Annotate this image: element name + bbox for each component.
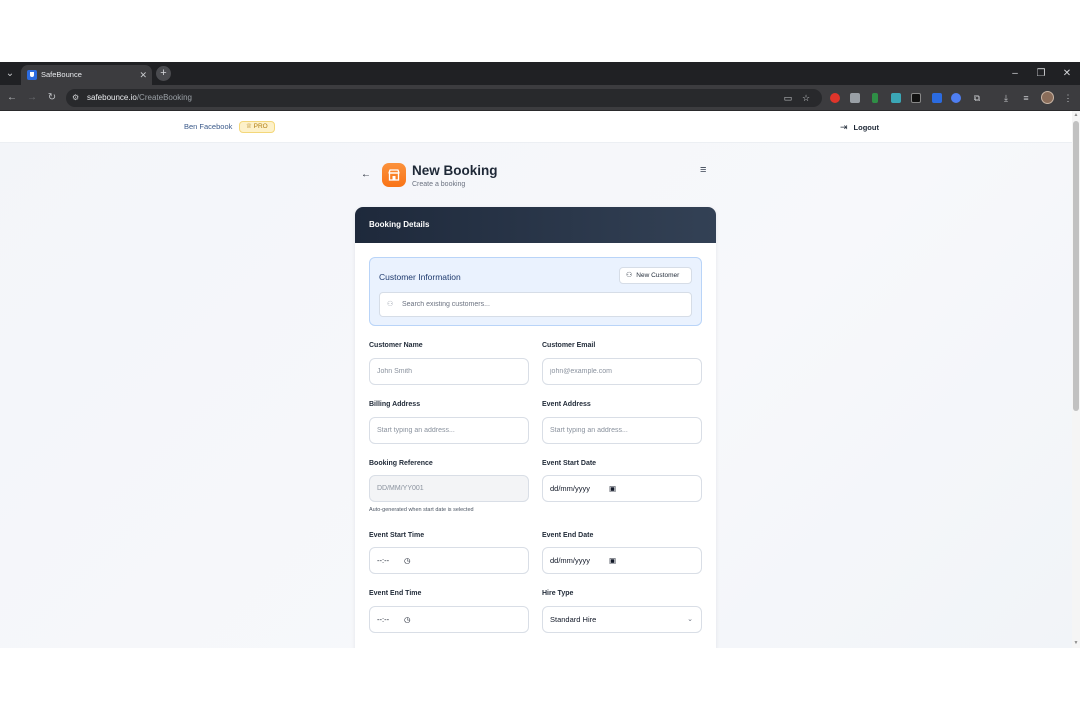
billing-address-label: Billing Address [369,401,421,408]
card-title: Booking Details [369,220,430,229]
tab-close-icon[interactable]: ✕ [139,65,147,85]
address-toolbar: ← → ↻ ⚙ safebounce.io/CreateBooking ▭ ☆ … [0,85,1080,111]
reading-list-icon[interactable]: ≡ [1019,85,1033,111]
event-start-time-label: Event Start Time [369,532,425,539]
calendar-icon[interactable]: ▣ [609,476,616,501]
extension-blue-icon[interactable] [951,93,961,103]
customer-name-input[interactable] [369,358,529,385]
event-end-time-value: --:-- [377,615,390,624]
event-start-time-input[interactable]: --:-- ◷ [369,547,529,574]
logout-icon: ⇥ [840,122,848,132]
scroll-down-icon[interactable]: ▼ [1072,640,1080,646]
logout-button[interactable]: ⇥ Logout [840,111,879,144]
reload-icon[interactable]: ↻ [44,85,60,111]
page-title: New Booking [412,163,498,178]
customer-information-title: Customer Information [379,272,461,282]
hire-type-value: Standard Hire [550,615,597,624]
extension-green-icon[interactable] [872,93,878,103]
card-header: Booking Details [355,207,716,243]
booking-reference-label: Booking Reference [369,460,433,467]
extension-red-icon[interactable] [830,93,840,103]
event-address-input[interactable] [542,417,702,444]
crown-icon: ♕ [246,123,254,130]
new-customer-button[interactable]: ⚇ New Customer [619,267,692,284]
browser-window: ⌄ SafeBounce ✕ + – ❐ ✕ ← → ↻ ⚙ safebounc… [0,62,1080,648]
extension-dark-icon[interactable] [911,93,921,103]
clock-icon[interactable]: ◷ [404,607,411,632]
app-top-bar: Ben Facebook ♕ PRO ⇥ Logout [0,111,1072,143]
web-page: Ben Facebook ♕ PRO ⇥ Logout ← New Booking… [0,111,1080,648]
booking-details-card: Booking Details Customer Information ⚇ Ne… [355,207,716,648]
hire-type-select[interactable]: Standard Hire ⌄ [542,606,702,633]
event-end-date-value: dd/mm/yyyy [550,556,591,565]
customer-information-panel: Customer Information ⚇ New Customer ⚇ [369,257,702,326]
tab-search-icon[interactable]: ⌄ [3,62,17,85]
hire-type-label: Hire Type [542,590,574,597]
customer-email-label: Customer Email [542,342,596,349]
customer-search-input[interactable] [402,293,687,316]
browser-menu-icon[interactable]: ⋮ [1061,85,1075,111]
store-icon [382,163,406,187]
install-app-icon[interactable]: ▭ [781,85,795,111]
event-start-date-label: Event Start Date [542,460,597,467]
new-tab-button[interactable]: + [156,66,171,81]
event-start-date-input[interactable]: dd/mm/yyyy ▣ [542,475,702,502]
tab-bar: ⌄ SafeBounce ✕ + – ❐ ✕ [0,62,1080,85]
extension-gray-icon[interactable] [850,93,860,103]
event-start-time-value: --:-- [377,556,390,565]
pro-badge-label: PRO [253,123,268,130]
arrow-left-icon[interactable]: ← [361,169,371,180]
event-end-time-label: Event End Time [369,590,422,597]
url-path: /CreateBooking [136,93,192,102]
pro-badge: ♕ PRO [239,121,275,133]
browser-tab[interactable]: SafeBounce ✕ [21,65,152,85]
url-bar[interactable]: ⚙ safebounce.io/CreateBooking [66,89,822,107]
extensions-puzzle-icon[interactable]: ⧉ [970,85,984,111]
billing-address-input[interactable] [369,417,529,444]
event-end-date-input[interactable]: dd/mm/yyyy ▣ [542,547,702,574]
logout-label: Logout [853,123,879,132]
user-name[interactable]: Ben Facebook [184,111,232,143]
minimize-icon[interactable]: – [1002,62,1028,85]
scroll-up-icon[interactable]: ▲ [1072,112,1080,118]
download-icon[interactable]: ⤓ [999,85,1013,111]
restore-icon[interactable]: ❐ [1028,62,1054,85]
site-info-icon[interactable]: ⚙ [72,89,79,107]
page-scrollbar[interactable]: ▲ ▼ [1072,111,1080,648]
tab-title: SafeBounce [41,70,82,79]
event-start-date-value: dd/mm/yyyy [550,484,591,493]
forward-nav-icon[interactable]: → [24,85,40,111]
customer-search-box: ⚇ [379,292,692,317]
new-customer-label: New Customer [636,272,680,279]
clock-icon[interactable]: ◷ [404,548,411,573]
url-host: safebounce.io [87,93,137,102]
url-text: safebounce.io/CreateBooking [87,89,192,107]
user-plus-icon: ⚇ [626,272,633,279]
safebounce-favicon-icon [27,70,37,80]
booking-reference-input [369,475,529,502]
close-window-icon[interactable]: ✕ [1054,62,1080,85]
customer-name-label: Customer Name [369,342,423,349]
booking-reference-hint: Auto-generated when start date is select… [369,507,474,513]
extension-teal-icon[interactable] [891,93,901,103]
scrollbar-thumb[interactable] [1073,121,1079,411]
profile-avatar[interactable] [1041,91,1054,104]
event-end-time-input[interactable]: --:-- ◷ [369,606,529,633]
customer-email-input[interactable] [542,358,702,385]
chevron-down-icon: ⌄ [687,616,693,623]
bookmark-star-icon[interactable]: ☆ [799,85,813,111]
calendar-icon[interactable]: ▣ [609,548,616,573]
extension-multi-icon[interactable] [932,93,942,103]
back-nav-icon[interactable]: ← [4,85,20,111]
page-subtitle: Create a booking [412,181,466,188]
users-icon: ⚇ [387,301,394,308]
event-end-date-label: Event End Date [542,532,594,539]
hamburger-menu-icon[interactable]: ≡ [700,164,706,176]
event-address-label: Event Address [542,401,591,408]
